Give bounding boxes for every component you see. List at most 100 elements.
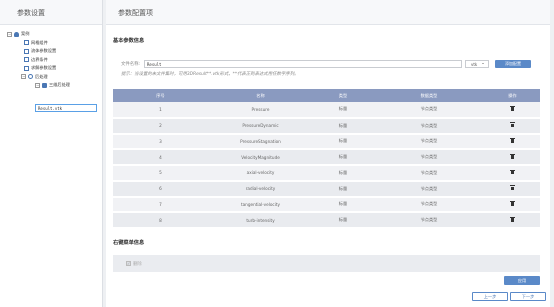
tree-item-post[interactable]: − 后处理 (0, 73, 102, 82)
file-name-input[interactable]: Result (144, 59, 462, 68)
row-number: 6 (113, 180, 208, 198)
tree-item-boundary[interactable]: 边界条件 (0, 56, 102, 65)
next-button[interactable]: 下一步 (510, 292, 546, 301)
row-action (485, 196, 540, 214)
left-panel-title: 参数设置 (0, 0, 102, 25)
row-number: 2 (113, 117, 208, 135)
row-data-type: 节点类型 (373, 117, 485, 135)
tree-item-fluid[interactable]: 流体参数设置 (0, 47, 102, 56)
table-row: 8 turb-intensity 标量 节点类型 (113, 212, 540, 229)
tree-item-label: 后处理 (35, 73, 48, 79)
row-name: turb-intensity (208, 212, 313, 229)
column-header: 类型 (313, 89, 373, 102)
left-panel: 参数设置 − 案例 网格组件 流体参数设置 边界条件 求解参数设置 − 后处理 (0, 0, 103, 307)
right-menu-title: 右键菜单信息 (113, 240, 145, 246)
column-header: 操作 (485, 89, 540, 102)
tree-item-label: 求解参数设置 (31, 65, 57, 71)
row-data-type: 节点类型 (373, 165, 485, 182)
row-data-type: 节点类型 (373, 133, 485, 151)
row-name: radial-velocity (208, 180, 313, 198)
document-icon (24, 40, 29, 46)
row-number: 1 (113, 102, 208, 119)
row-number: 7 (113, 196, 208, 214)
file-row: 文件名称: Result vtk 添加配置 (121, 59, 533, 68)
collapse-icon[interactable]: − (35, 82, 40, 88)
delete-checkbox[interactable]: ✓ (126, 261, 131, 266)
tree-item-label: 流体参数设置 (31, 48, 57, 54)
file-type-select[interactable]: vtk (465, 59, 489, 68)
trash-icon[interactable] (510, 153, 515, 159)
document-icon (24, 48, 29, 54)
row-number: 4 (113, 149, 208, 166)
row-type: 标量 (313, 133, 373, 151)
tree-item-root[interactable]: − 案例 (0, 30, 102, 39)
tree-item-label: 边界条件 (31, 56, 48, 62)
folder-icon (42, 82, 47, 88)
table-row: 5 axial-velocity 标量 节点类型 (113, 165, 540, 182)
row-action (485, 117, 540, 135)
user-icon (14, 31, 19, 37)
tree-item-solver[interactable]: 求解参数设置 (0, 64, 102, 73)
trash-icon[interactable] (510, 216, 515, 222)
column-header: 名称 (208, 89, 313, 102)
search-icon (28, 74, 33, 80)
row-action (485, 165, 540, 182)
tree-node-edit-input[interactable]: Result.vtk (35, 104, 97, 112)
row-name: VelocityMagnitude (208, 149, 313, 166)
row-action (485, 212, 540, 229)
row-number: 5 (113, 165, 208, 182)
apply-button[interactable]: 应用 (504, 276, 540, 285)
row-name: axial-velocity (208, 165, 313, 182)
row-data-type: 节点类型 (373, 180, 485, 198)
row-name: tangential-velocity (208, 196, 313, 214)
tree-item-3d-post[interactable]: − 三维后处理 (0, 81, 102, 90)
row-type: 标量 (313, 180, 373, 198)
trash-icon[interactable] (510, 169, 515, 175)
file-type-value: vtk (471, 61, 478, 67)
trash-icon[interactable] (510, 138, 515, 143)
row-name: PressureDynamic (208, 117, 313, 135)
table-row: 3 PressureStagnation 标量 节点类型 (113, 133, 540, 151)
trash-icon[interactable] (510, 106, 515, 111)
collapse-icon[interactable]: − (7, 31, 12, 37)
row-number: 3 (113, 133, 208, 151)
row-type: 标量 (313, 102, 373, 119)
row-action (485, 102, 540, 119)
row-type: 标量 (313, 117, 373, 135)
page-title: 参数配置项 (106, 0, 550, 25)
document-icon (24, 65, 29, 71)
column-header: 序号 (113, 89, 208, 102)
table-row: 1 Pressure 标量 节点类型 (113, 102, 540, 119)
param-table: 序号 名称 类型 数据类型 操作 1 Pressure 标量 节点类型 2 Pr… (113, 89, 540, 229)
row-action (485, 133, 540, 151)
table-header-row: 序号 名称 类型 数据类型 操作 (113, 89, 540, 102)
file-name-label: 文件名称: (121, 61, 141, 67)
table-row: 7 tangential-velocity 标量 节点类型 (113, 196, 540, 214)
prev-button[interactable]: 上一步 (472, 292, 508, 301)
trash-icon[interactable] (510, 185, 515, 191)
tree-item-label: 案例 (21, 31, 30, 37)
row-name: PressureStagnation (208, 133, 313, 151)
tree-item-label: 三维后处理 (49, 82, 70, 88)
case-tree: − 案例 网格组件 流体参数设置 边界条件 求解参数设置 − 后处理 − 三维后… (0, 25, 102, 90)
basic-info-title: 基本参数信息 (113, 38, 145, 44)
trash-icon[interactable] (510, 122, 515, 128)
column-header: 数据类型 (373, 89, 485, 102)
add-config-button[interactable]: 添加配置 (495, 59, 531, 68)
row-data-type: 节点类型 (373, 102, 485, 119)
row-type: 标量 (313, 149, 373, 166)
table-row: 4 VelocityMagnitude 标量 节点类型 (113, 149, 540, 166)
row-type: 标量 (313, 212, 373, 229)
table-row: 6 radial-velocity 标量 节点类型 (113, 180, 540, 198)
tree-item-mesh[interactable]: 网格组件 (0, 39, 102, 48)
row-type: 标量 (313, 196, 373, 214)
table-row: 2 PressureDynamic 标量 节点类型 (113, 117, 540, 135)
trash-icon[interactable] (510, 201, 515, 206)
row-data-type: 节点类型 (373, 196, 485, 214)
delete-option[interactable]: ✓ 删除 (126, 261, 142, 267)
delete-label: 删除 (133, 261, 142, 267)
document-icon (24, 57, 29, 63)
collapse-icon[interactable]: − (21, 74, 26, 80)
row-action (485, 180, 540, 198)
row-action (485, 149, 540, 166)
